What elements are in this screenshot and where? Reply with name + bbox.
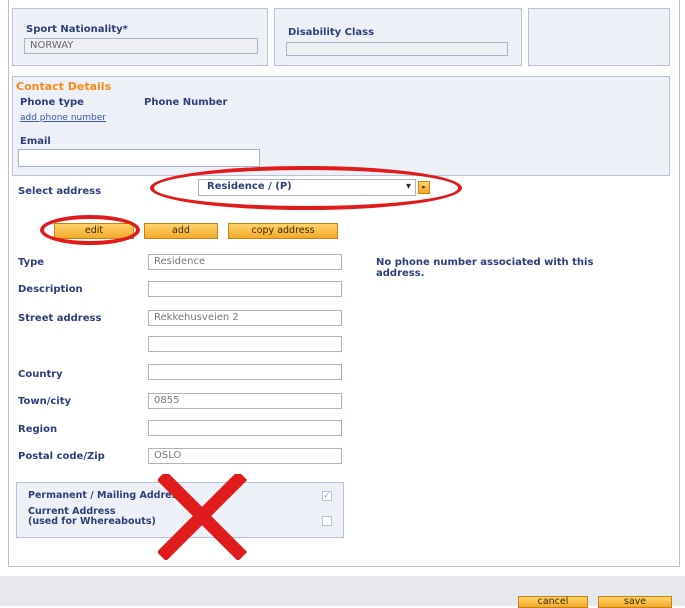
- country-field[interactable]: [148, 364, 342, 380]
- postal-code-label: Postal code/Zip: [18, 451, 105, 462]
- annotation-cross-icon: [158, 474, 248, 560]
- current-address-label-line2: (used for Whereabouts): [28, 516, 156, 527]
- type-label: Type: [18, 257, 45, 268]
- region-field[interactable]: [148, 420, 342, 436]
- phone-type-label: Phone type: [20, 97, 84, 108]
- edit-button[interactable]: edit: [54, 223, 134, 239]
- region-label: Region: [18, 424, 58, 435]
- address-select[interactable]: Residence / (P) ▾: [198, 179, 416, 196]
- street-address-label: Street address: [18, 313, 102, 324]
- disability-class-field[interactable]: [286, 42, 508, 56]
- sport-nationality-field[interactable]: NORWAY: [24, 38, 258, 54]
- disability-class-label: Disability Class: [288, 27, 375, 38]
- add-button[interactable]: add: [144, 223, 218, 239]
- country-label: Country: [18, 369, 63, 380]
- blank-box: [528, 8, 670, 66]
- copy-address-button[interactable]: copy address: [228, 223, 338, 239]
- email-label: Email: [20, 136, 51, 147]
- sport-nationality-label: Sport Nationality*: [26, 24, 128, 35]
- sport-nationality-box: [12, 8, 268, 66]
- description-field[interactable]: [148, 281, 342, 297]
- type-field[interactable]: Residence: [148, 254, 342, 270]
- town-city-label: Town/city: [18, 396, 72, 407]
- email-field[interactable]: [18, 149, 260, 167]
- address-go-button[interactable]: ▸: [418, 181, 430, 194]
- no-phone-message: No phone number associated with this add…: [376, 257, 594, 279]
- current-address-checkbox[interactable]: [322, 516, 332, 526]
- permanent-address-checkbox[interactable]: ✓: [322, 491, 332, 501]
- address-select-value: Residence / (P): [207, 181, 292, 192]
- town-city-field[interactable]: 0855: [148, 393, 342, 409]
- add-phone-number-link[interactable]: add phone number: [20, 113, 106, 123]
- arrow-right-icon: ▸: [422, 183, 426, 191]
- save-button[interactable]: save: [598, 596, 672, 608]
- postal-code-field[interactable]: OSLO: [148, 448, 342, 464]
- cancel-button[interactable]: cancel: [518, 596, 588, 608]
- select-address-label: Select address: [18, 186, 102, 197]
- contact-details-title: Contact Details: [16, 80, 112, 93]
- chevron-down-icon: ▾: [405, 181, 411, 192]
- phone-number-label: Phone Number: [144, 97, 228, 108]
- description-label: Description: [18, 284, 83, 295]
- street-address-line2-field[interactable]: [148, 336, 342, 352]
- street-address-field[interactable]: Rekkehusveien 2: [148, 310, 342, 326]
